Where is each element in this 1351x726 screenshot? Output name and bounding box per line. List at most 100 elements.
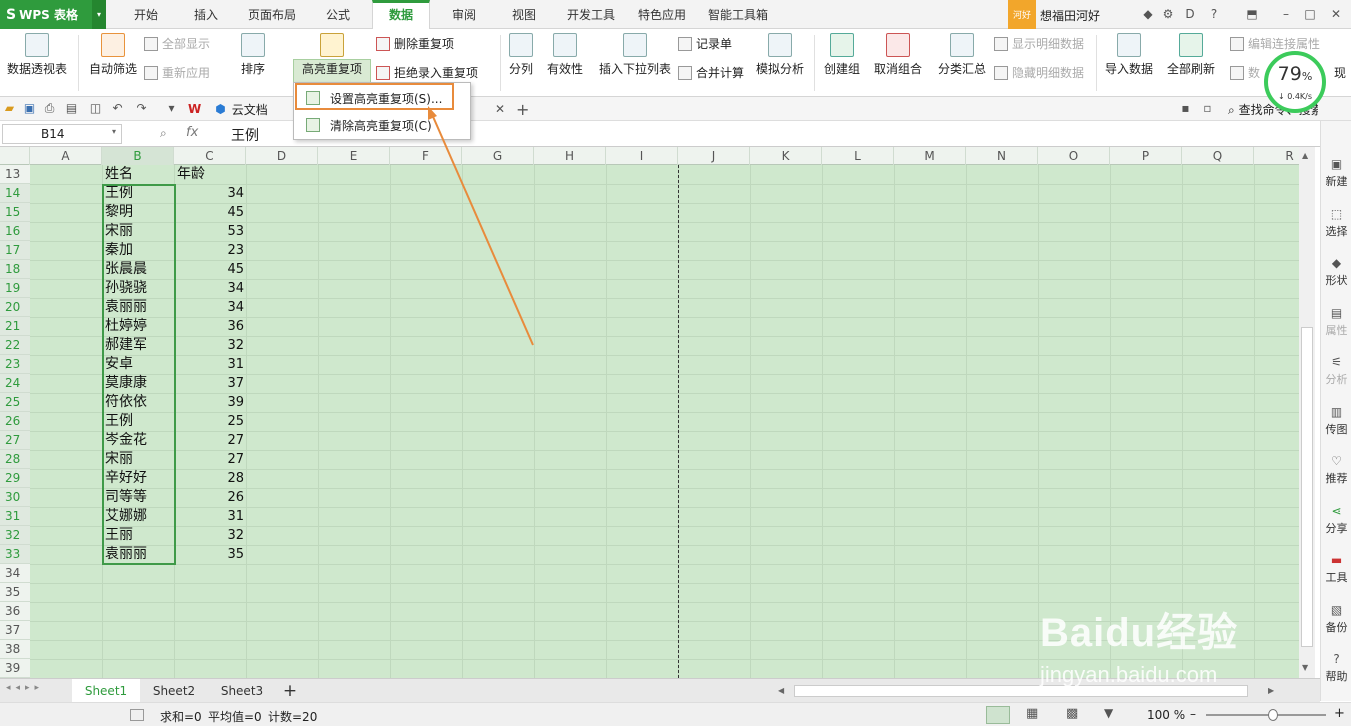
help-icon[interactable]: ? [1206, 6, 1222, 22]
sort-button[interactable]: 排序 [228, 33, 278, 77]
validity-button[interactable]: 有效性 [540, 33, 590, 77]
age-cell[interactable]: 39 [178, 393, 244, 412]
close-icon[interactable]: ✕ [1328, 6, 1344, 22]
page-layout-view-icon[interactable]: ▦ [1026, 706, 1046, 724]
panel-item-shape[interactable]: ◆ 形状 [1321, 256, 1351, 288]
tab-page-layout[interactable]: 页面布局 [240, 0, 304, 29]
row-header[interactable]: 37 [0, 621, 30, 640]
row-header[interactable]: 26 [0, 412, 30, 431]
row-header[interactable]: 19 [0, 279, 30, 298]
age-cell[interactable]: 31 [178, 355, 244, 374]
selection-range[interactable] [102, 184, 176, 565]
row-header[interactable]: 17 [0, 241, 30, 260]
show-all-button[interactable]: 全部显示 [144, 35, 210, 52]
column-header-n[interactable]: N [966, 147, 1038, 165]
subtotal-button[interactable]: 分类汇总 [934, 33, 990, 77]
create-group-button[interactable]: 创建组 [820, 33, 864, 77]
row-header[interactable]: 30 [0, 488, 30, 507]
customize-icon[interactable]: ▾ [164, 101, 179, 116]
menu-clear-highlight[interactable]: 清除高亮重复项(C) [296, 113, 468, 137]
tab-start[interactable]: 开始 [120, 0, 172, 29]
row-header[interactable]: 14 [0, 184, 30, 203]
redo-icon[interactable]: ↷ [134, 101, 149, 116]
record-form-button[interactable]: 记录单 [678, 35, 732, 52]
highlight-duplicates-label[interactable]: 高亮重复项 [294, 33, 370, 77]
hscroll-left-icon[interactable]: ◀ [778, 686, 784, 695]
row-header[interactable]: 33 [0, 545, 30, 564]
consolidate-button[interactable]: 合并计算 [678, 64, 744, 81]
age-cell[interactable]: 37 [178, 374, 244, 393]
add-sheet-icon[interactable]: + [278, 679, 302, 703]
panel-item-select[interactable]: ⬚ 选择 [1321, 207, 1351, 239]
column-header-a[interactable]: A [30, 147, 102, 165]
panel-item-share[interactable]: ⋖ 分享 [1321, 504, 1351, 536]
column-header-l[interactable]: L [822, 147, 894, 165]
sheet-tab-3[interactable]: Sheet3 [208, 679, 276, 703]
scroll-up-icon[interactable]: ▲ [1302, 151, 1308, 160]
row-header[interactable]: 29 [0, 469, 30, 488]
reapply-button[interactable]: 重新应用 [144, 64, 210, 81]
tab-data[interactable]: 数据 [372, 0, 430, 30]
refresh-all-button[interactable]: 全部刷新 [1160, 33, 1222, 77]
normal-view-icon[interactable] [986, 706, 1010, 724]
column-header-r[interactable]: R [1254, 147, 1300, 165]
column-header-h[interactable]: H [534, 147, 606, 165]
age-cell[interactable]: 27 [178, 431, 244, 450]
reading-mode-icon[interactable]: ▼ [1104, 706, 1130, 724]
row-header[interactable]: 23 [0, 355, 30, 374]
share-doc-icon[interactable]: ▫ [1200, 101, 1215, 116]
column-header-o[interactable]: O [1038, 147, 1110, 165]
avatar[interactable]: 河好 [1008, 0, 1036, 29]
pivot-table-button[interactable]: 数据透视表 [4, 33, 70, 77]
column-header-f[interactable]: F [390, 147, 462, 165]
close-doc-icon[interactable]: ✕ [495, 102, 505, 116]
row-header[interactable]: 21 [0, 317, 30, 336]
tab-smart-tools[interactable]: 智能工具箱 [700, 0, 776, 29]
layout-icon[interactable]: ▪ [1178, 101, 1193, 116]
row-header[interactable]: 16 [0, 222, 30, 241]
minimize-icon[interactable]: – [1278, 6, 1294, 22]
app-menu-button[interactable]: S WPS 表格 ▾ [0, 0, 106, 29]
more-button[interactable]: 现 [1334, 64, 1346, 81]
name-box[interactable]: B14 [2, 124, 122, 144]
page-break-view-icon[interactable]: ▩ [1066, 706, 1086, 724]
network-speed-gauge[interactable]: 79% ↓ 0.4K/s [1264, 51, 1326, 113]
open-folder-icon[interactable]: ▰ [2, 101, 17, 116]
age-cell[interactable]: 36 [178, 317, 244, 336]
name-box-dropdown-icon[interactable]: ▾ [112, 127, 116, 136]
save-icon[interactable]: ▣ [22, 101, 37, 116]
row-header[interactable]: 24 [0, 374, 30, 393]
age-cell[interactable]: 28 [178, 469, 244, 488]
age-cell[interactable]: 35 [178, 545, 244, 564]
preview-icon[interactable]: ◫ [88, 101, 103, 116]
column-header-e[interactable]: E [318, 147, 390, 165]
panel-item-properties[interactable]: ▤ 属性 [1321, 306, 1351, 338]
edit-link-button[interactable]: 编辑连接属性 [1230, 35, 1320, 52]
formula-input[interactable]: 王例 [231, 125, 259, 145]
age-cell[interactable]: 45 [178, 203, 244, 222]
age-cell[interactable]: 26 [178, 488, 244, 507]
vertical-scrollbar[interactable]: ▲ ▼ [1299, 147, 1315, 678]
row-header[interactable]: 25 [0, 393, 30, 412]
zoom-formula-icon[interactable]: ⌕ [160, 126, 167, 141]
reject-duplicates-button[interactable]: 拒绝录入重复项 [376, 64, 478, 81]
panel-item-analysis[interactable]: ⚟ 分析 [1321, 355, 1351, 387]
column-header-k[interactable]: K [750, 147, 822, 165]
maximize-icon[interactable]: □ [1302, 6, 1318, 22]
spreadsheet-grid[interactable]: ABCDEFGHIJKLMNOPQR 13 姓名 年龄 14 王例 34 15 黎明 45 16 宋… [0, 147, 1300, 678]
row-header[interactable]: 36 [0, 602, 30, 621]
zoom-in-icon[interactable]: + [1334, 706, 1345, 721]
wps-office-icon[interactable]: W [188, 102, 201, 116]
age-cell[interactable]: 32 [178, 336, 244, 355]
feedback-icon[interactable]: D [1182, 6, 1198, 22]
split-column-button[interactable]: 分列 [504, 33, 538, 77]
import-data-button[interactable]: 导入数据 [1102, 33, 1156, 77]
column-header-j[interactable]: J [678, 147, 750, 165]
cloud-doc-button[interactable]: 云文档 [232, 101, 268, 118]
tab-review[interactable]: 审阅 [438, 0, 490, 29]
tab-features[interactable]: 特色应用 [630, 0, 694, 29]
age-cell[interactable]: 45 [178, 260, 244, 279]
restore-ribbon-icon[interactable]: ⬒ [1244, 6, 1260, 22]
panel-item-upload-image[interactable]: ▥ 传图 [1321, 405, 1351, 437]
header-cell-name[interactable]: 姓名 [105, 165, 133, 184]
